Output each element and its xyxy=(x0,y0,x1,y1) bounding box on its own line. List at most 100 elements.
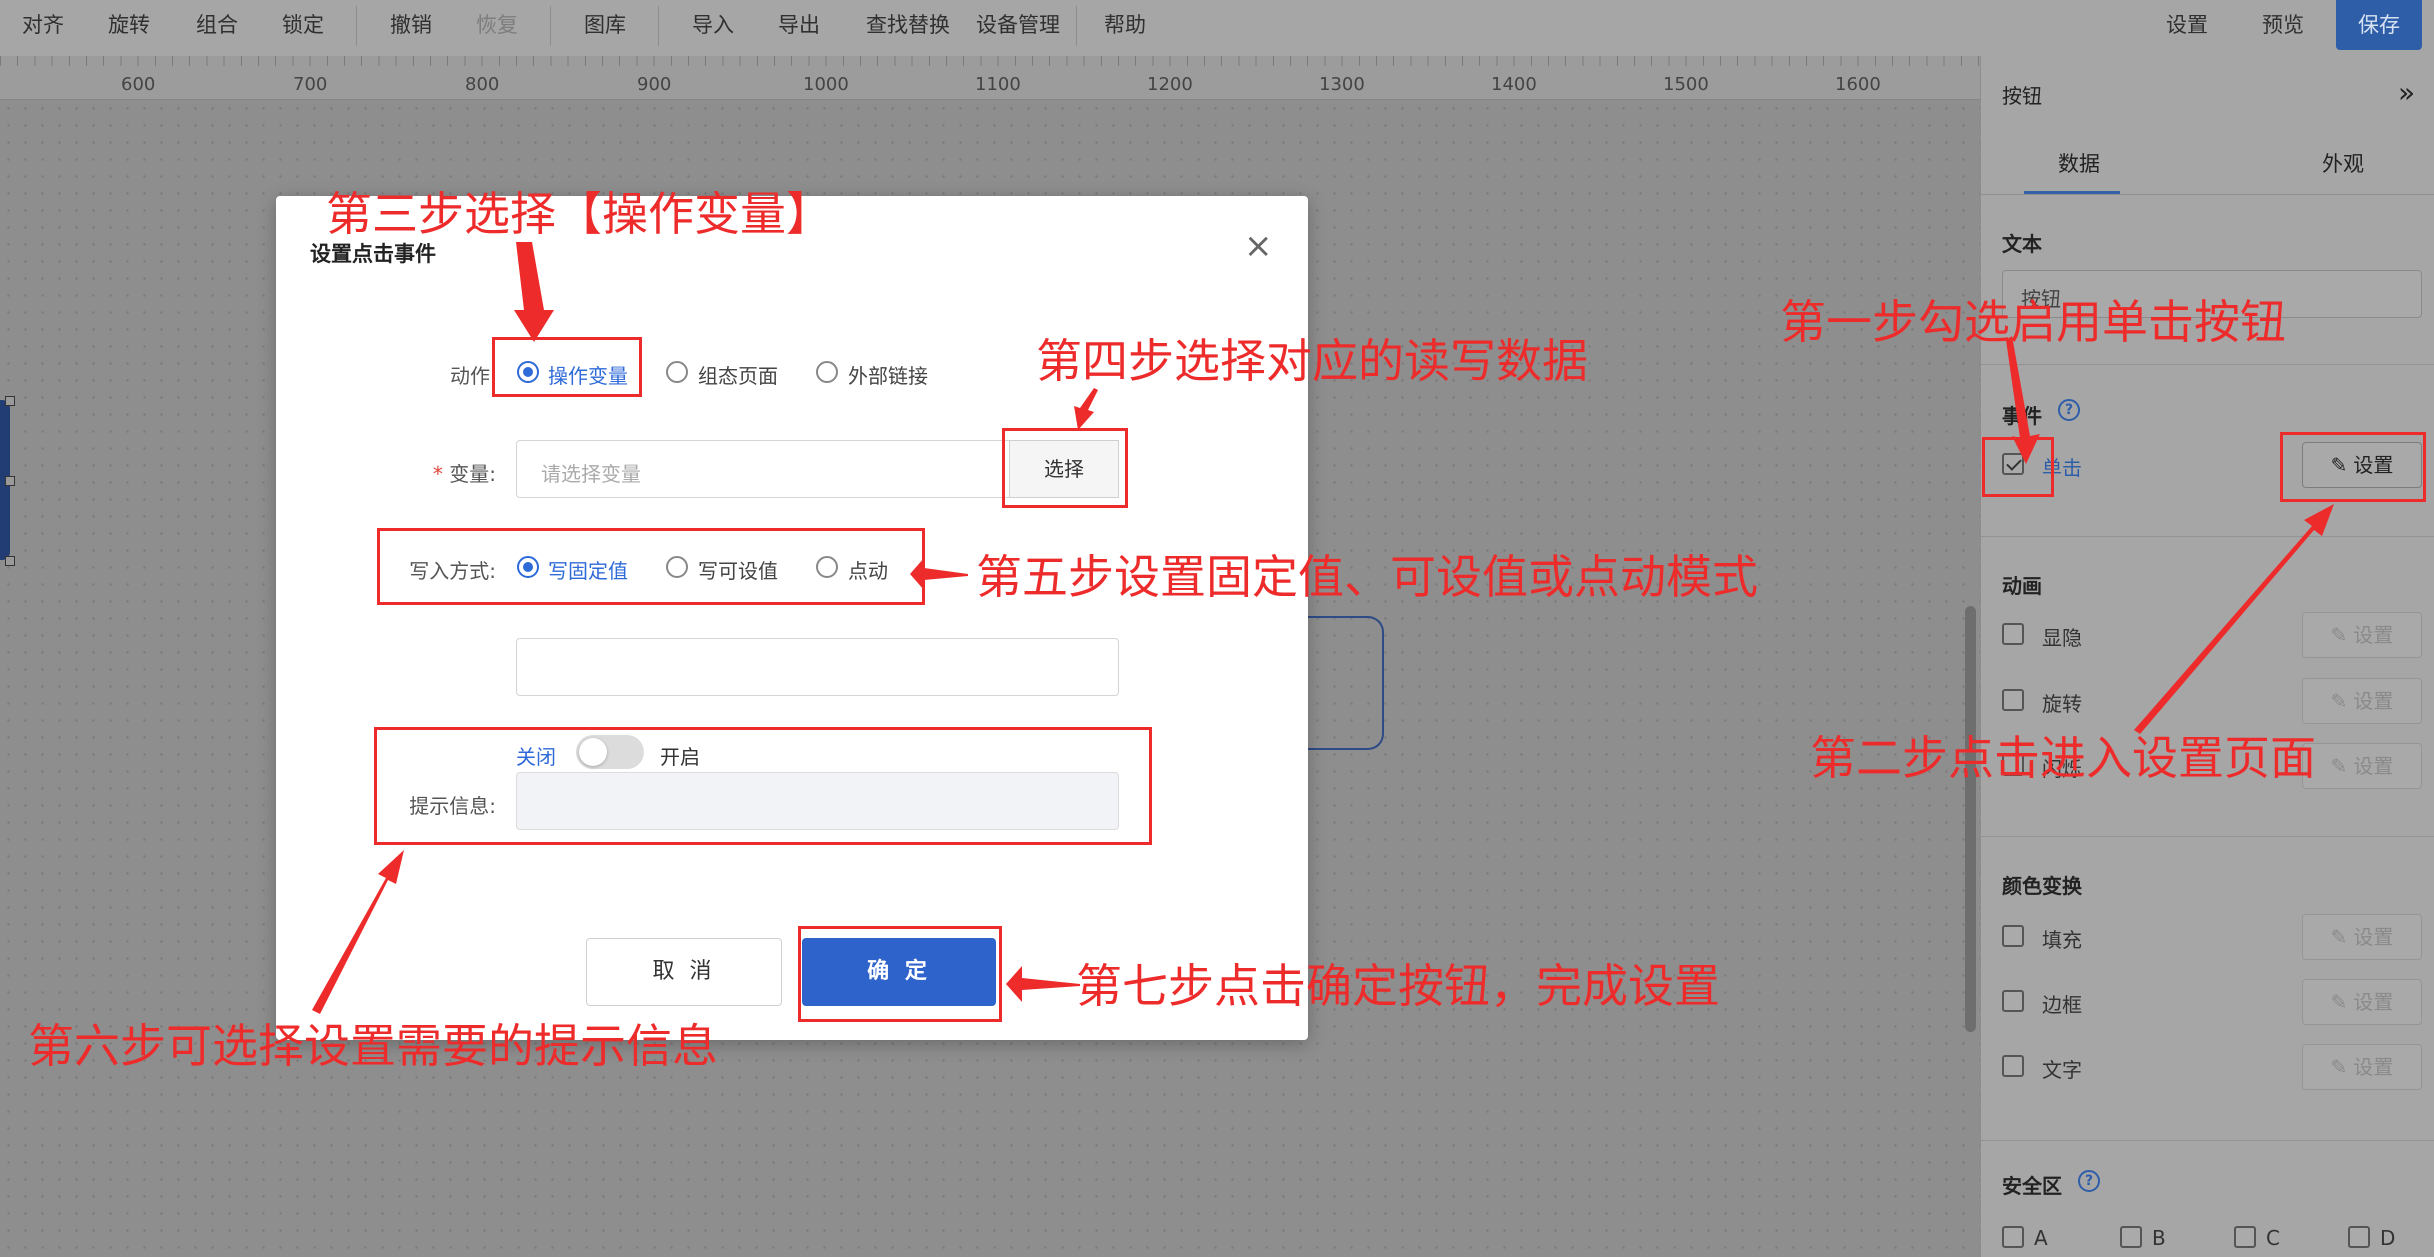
toolbar-divider xyxy=(550,6,551,46)
settings-button-label: 设置 xyxy=(2353,754,2394,778)
color-border-label: 边框 xyxy=(2042,993,2082,1017)
settings-button-label: 设置 xyxy=(2353,623,2394,647)
color-text-checkbox[interactable] xyxy=(2002,1055,2024,1077)
toolbar-import[interactable]: 导入 xyxy=(692,8,734,42)
pencil-icon: ✎ xyxy=(2330,623,2348,647)
annotation-box-choose xyxy=(1002,428,1128,508)
click-event-dialog xyxy=(276,196,1308,1040)
settings-button-label: 设置 xyxy=(2353,689,2394,713)
pencil-icon: ✎ xyxy=(2330,1055,2348,1079)
color-border-settings-button[interactable]: ✎ 设置 xyxy=(2302,979,2422,1025)
help-icon[interactable]: ? xyxy=(2058,399,2080,421)
toolbar-export[interactable]: 导出 xyxy=(778,8,820,42)
ruler-label: 1200 xyxy=(1147,74,1193,95)
settings-button-label: 设置 xyxy=(2353,925,2394,949)
animation-visibility-label: 显隐 xyxy=(2042,626,2082,650)
ruler-label: 800 xyxy=(465,74,500,95)
toolbar-find-replace[interactable]: 查找替换 xyxy=(866,8,950,42)
annotation-step4: 第四步选择对应的读写数据 xyxy=(1036,334,1588,388)
animation-rotate-checkbox[interactable] xyxy=(2002,689,2024,711)
annotation-box-checkbox xyxy=(1982,437,2054,497)
animation-blink-settings-button[interactable]: ✎ 设置 xyxy=(2302,743,2422,789)
collapse-panel-icon[interactable]: » xyxy=(2398,76,2415,109)
section-animation-title: 动画 xyxy=(2002,574,2042,598)
annotation-step5: 第五步设置固定值、可设值或点动模式 xyxy=(976,550,1758,604)
animation-visibility-checkbox[interactable] xyxy=(2002,623,2024,645)
settings-button-label: 设置 xyxy=(2353,1055,2394,1079)
color-border-checkbox[interactable] xyxy=(2002,990,2024,1012)
toolbar-lock[interactable]: 锁定 xyxy=(282,8,324,42)
cancel-button[interactable]: 取 消 xyxy=(586,938,782,1006)
toolbar-rotate[interactable]: 旋转 xyxy=(108,8,150,42)
variable-label-text: 变量: xyxy=(449,462,496,486)
color-fill-checkbox[interactable] xyxy=(2002,925,2024,947)
toolbar-gallery[interactable]: 图库 xyxy=(584,8,626,42)
animation-visibility-settings-button[interactable]: ✎ 设置 xyxy=(2302,612,2422,658)
ruler-label: 900 xyxy=(637,74,672,95)
resize-handle[interactable] xyxy=(5,476,15,486)
close-icon[interactable]: × xyxy=(1244,226,1273,266)
color-text-settings-button[interactable]: ✎ 设置 xyxy=(2302,1044,2422,1090)
annotation-box-settings xyxy=(2280,432,2426,502)
ruler-label: 1400 xyxy=(1491,74,1537,95)
section-divider xyxy=(1981,364,2434,365)
ruler-label: 1600 xyxy=(1835,74,1881,95)
panel-title: 按钮 xyxy=(2002,84,2042,108)
action-radio-link[interactable] xyxy=(816,361,838,383)
section-color-title: 颜色变换 xyxy=(2002,874,2082,898)
action-radio-page[interactable] xyxy=(666,361,688,383)
toolbar-redo[interactable]: 恢复 xyxy=(476,8,518,42)
section-text-title: 文本 xyxy=(2002,232,2042,256)
ruler-label: 1100 xyxy=(975,74,1021,95)
annotation-box-confirm xyxy=(798,926,1002,1022)
safe-zone-a-label: A xyxy=(2034,1226,2048,1250)
toolbar-group[interactable]: 组合 xyxy=(196,8,238,42)
tab-appearance[interactable]: 外观 xyxy=(2322,148,2364,178)
active-tab-indicator xyxy=(2024,191,2120,194)
ruler-label: 1000 xyxy=(803,74,849,95)
color-fill-settings-button[interactable]: ✎ 设置 xyxy=(2302,914,2422,960)
action-label: 动作 xyxy=(450,364,490,388)
safe-zone-a-checkbox[interactable] xyxy=(2002,1226,2024,1248)
toolbar-undo[interactable]: 撤销 xyxy=(390,8,432,42)
toolbar-align[interactable]: 对齐 xyxy=(22,8,64,42)
tab-data[interactable]: 数据 xyxy=(2058,148,2100,178)
save-button[interactable]: 保存 xyxy=(2336,0,2422,50)
top-toolbar xyxy=(0,0,2434,56)
toolbar-help[interactable]: 帮助 xyxy=(1104,8,1146,42)
dialog-title: 设置点击事件 xyxy=(310,242,436,266)
safe-zone-d-checkbox[interactable] xyxy=(2348,1226,2370,1248)
animation-rotate-label: 旋转 xyxy=(2042,692,2082,716)
annotation-box-action xyxy=(492,337,642,397)
pencil-icon: ✎ xyxy=(2330,689,2348,713)
animation-rotate-settings-button[interactable]: ✎ 设置 xyxy=(2302,678,2422,724)
annotation-step2: 第二步点击进入设置页面 xyxy=(1810,731,2316,785)
resize-handle[interactable] xyxy=(5,396,15,406)
toolbar-settings[interactable]: 设置 xyxy=(2166,8,2208,42)
write-value-input[interactable] xyxy=(516,638,1119,696)
safe-zone-b-label: B xyxy=(2152,1226,2166,1250)
annotation-box-write-mode xyxy=(377,528,925,605)
variable-input[interactable]: 请选择变量 xyxy=(516,440,1012,498)
toolbar-divider xyxy=(1076,6,1077,46)
pencil-icon: ✎ xyxy=(2330,990,2348,1014)
annotation-step1: 第一步勾选启用单击按钮 xyxy=(1780,295,2286,349)
toolbar-preview[interactable]: 预览 xyxy=(2262,8,2304,42)
canvas-scrollbar[interactable] xyxy=(1965,606,1976,1032)
safe-zone-b-checkbox[interactable] xyxy=(2120,1226,2142,1248)
safe-zone-d-label: D xyxy=(2380,1226,2396,1250)
settings-button-label: 设置 xyxy=(2353,990,2394,1014)
tab-divider xyxy=(1981,194,2434,195)
action-option-page[interactable]: 组态页面 xyxy=(698,360,778,389)
section-divider xyxy=(1981,1140,2434,1141)
section-divider xyxy=(1981,836,2434,837)
ruler-label: 700 xyxy=(293,74,328,95)
ruler-label: 1500 xyxy=(1663,74,1709,95)
section-divider xyxy=(1981,536,2434,537)
canvas-shape-outline[interactable] xyxy=(1300,616,1384,750)
action-option-link[interactable]: 外部链接 xyxy=(848,360,928,389)
help-icon[interactable]: ? xyxy=(2078,1170,2100,1192)
resize-handle[interactable] xyxy=(5,556,15,566)
safe-zone-c-checkbox[interactable] xyxy=(2234,1226,2256,1248)
toolbar-device-manager[interactable]: 设备管理 xyxy=(976,8,1060,42)
